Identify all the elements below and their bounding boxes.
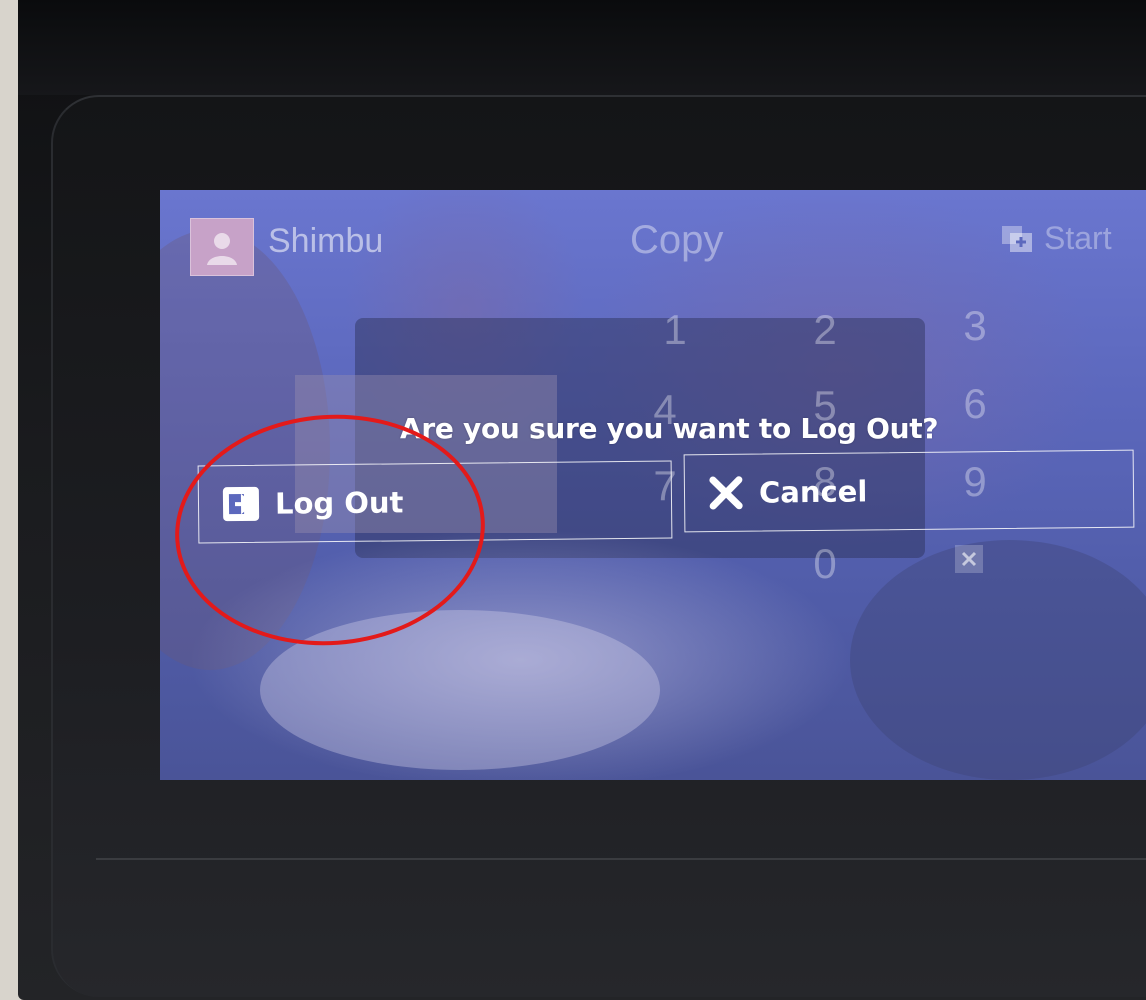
close-x-icon xyxy=(709,476,743,510)
app-title: Copy xyxy=(630,218,724,262)
user-avatar-icon[interactable] xyxy=(190,218,254,276)
keypad-key-1[interactable]: 1 xyxy=(600,300,750,360)
screen-header: Shimbu Copy Start xyxy=(160,190,1146,290)
start-button[interactable]: Start xyxy=(1000,220,1112,257)
backspace-icon[interactable] xyxy=(955,545,983,573)
bezel-edge-line xyxy=(96,858,1146,860)
logout-label: Log Out xyxy=(274,485,404,521)
cancel-label: Cancel xyxy=(758,474,868,510)
start-icon xyxy=(1002,225,1032,252)
logout-button[interactable]: Log Out xyxy=(197,460,673,544)
username-label[interactable]: Shimbu xyxy=(268,222,383,261)
panel-top-housing xyxy=(18,0,1146,95)
keypad-key-3[interactable]: 3 xyxy=(900,296,1050,356)
dialog-message: Are you sure you want to Log Out? xyxy=(400,412,939,445)
touch-screen: Shimbu Copy Start 1 2 3 4 5 6 7 8 9 0 Ar… xyxy=(160,190,1146,780)
logout-icon xyxy=(222,486,260,522)
keypad-key-0[interactable]: 0 xyxy=(750,534,900,594)
start-label: Start xyxy=(1044,220,1112,256)
keypad-key-2[interactable]: 2 xyxy=(750,300,900,360)
cancel-button[interactable]: Cancel xyxy=(683,449,1135,533)
